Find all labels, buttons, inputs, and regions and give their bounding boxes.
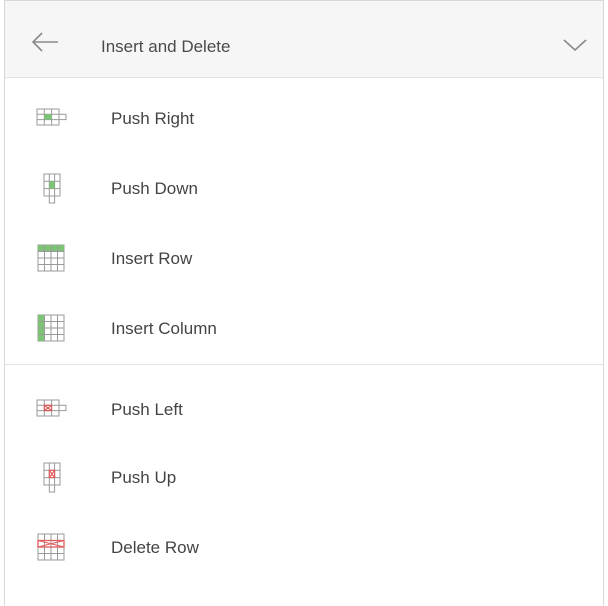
- back-arrow-icon[interactable]: [31, 31, 61, 53]
- delete-group: Push Left Push Up Delete Row: [5, 365, 603, 583]
- push-right-item[interactable]: Push Right: [5, 78, 603, 154]
- push-up-label: Push Up: [111, 468, 177, 487]
- insert-row-label: Insert Row: [111, 249, 193, 268]
- insert-column-label: Insert Column: [111, 319, 217, 338]
- insert-delete-panel: Insert and Delete Push Right Push Down I…: [4, 0, 604, 606]
- push-down-label: Push Down: [111, 179, 198, 198]
- push-down-icon: [35, 172, 69, 206]
- push-up-item[interactable]: Push Up: [5, 443, 603, 513]
- delete-row-icon: [35, 531, 69, 565]
- insert-row-item[interactable]: Insert Row: [5, 224, 603, 294]
- push-left-item[interactable]: Push Left: [5, 365, 603, 443]
- delete-row-label: Delete Row: [111, 538, 199, 557]
- chevron-down-icon[interactable]: [562, 37, 588, 53]
- push-down-item[interactable]: Push Down: [5, 154, 603, 224]
- insert-column-icon: [35, 312, 69, 346]
- panel-header: Insert and Delete: [5, 1, 603, 78]
- insert-column-item[interactable]: Insert Column: [5, 294, 603, 364]
- push-left-icon: [35, 391, 69, 425]
- push-up-icon: [35, 461, 69, 495]
- insert-row-icon: [35, 242, 69, 276]
- delete-row-item[interactable]: Delete Row: [5, 513, 603, 583]
- insert-group: Push Right Push Down Insert Row Insert C…: [5, 78, 603, 365]
- panel-title: Insert and Delete: [101, 37, 231, 56]
- push-left-label: Push Left: [111, 400, 183, 419]
- push-right-icon: [35, 100, 69, 134]
- push-right-label: Push Right: [111, 109, 195, 128]
